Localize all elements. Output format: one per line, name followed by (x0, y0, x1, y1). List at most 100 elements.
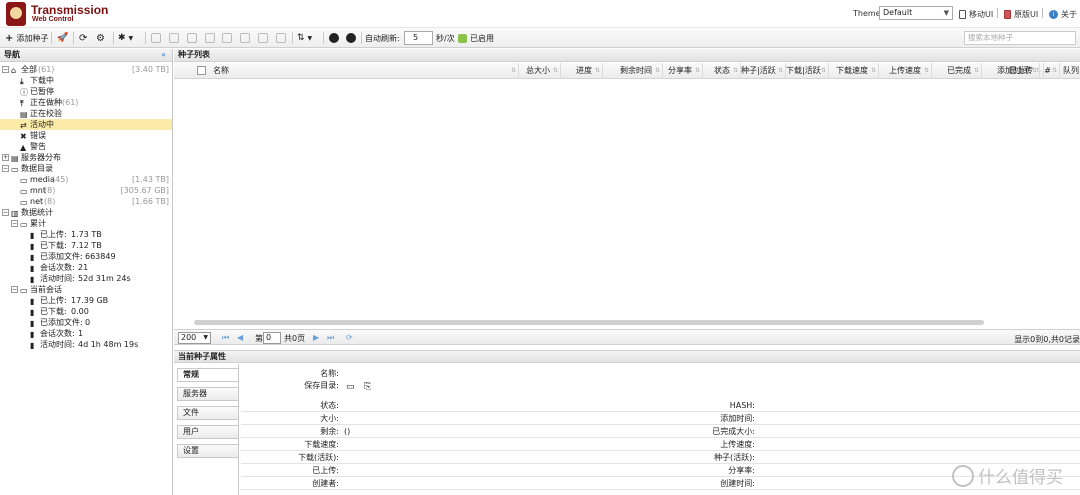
page-size-select[interactable]: 200 ▼ (178, 332, 211, 344)
verify-button[interactable] (222, 31, 232, 45)
start-all-button[interactable]: 🚀 (57, 31, 68, 45)
file-icon: ▮ (30, 341, 35, 350)
nav-item-active[interactable]: ⇄ 活动中 (0, 119, 172, 130)
play-icon (151, 33, 161, 43)
rocket-icon: 🚀 (57, 33, 69, 43)
pause-all-torrents-button[interactable] (346, 31, 356, 45)
start-button[interactable] (151, 31, 161, 45)
last-page-icon[interactable]: ⏭ (327, 333, 334, 343)
chevron-down-icon: ▼ (943, 9, 949, 17)
theme-select[interactable]: Default ▼ (879, 6, 953, 20)
tab-trackers[interactable]: 服务器 (177, 387, 239, 401)
nav-item-servers[interactable]: + ▤ 服务器分布 (0, 152, 172, 163)
stat-cum-files: ▮ 已添加文件: 663849 (30, 252, 116, 262)
pager-bar: 200 ▼ ⏮ ◀ 第 0 共0页 ▶ ⏭ ⟳ 显示0到0,共0记录 (174, 329, 1080, 345)
page-prefix: 第 (255, 334, 263, 343)
main-panel: 种子列表 名称 ⇅ 总大小 ⇅ 进度 ⇅ 剩余时间 ⇅ 分享率 ⇅ 状态 ⇅ 种子|活跃 ⇅ … (174, 49, 1080, 495)
start-all-torrents-button[interactable] (329, 31, 339, 45)
move-button[interactable] (258, 31, 268, 45)
download-icon: ⤓ (20, 77, 24, 86)
original-ui-icon (1004, 10, 1011, 19)
prop-completed-size: 已完成大小: (660, 425, 1080, 438)
stat-ses-downloaded: ▮ 已下载: 0.00 (30, 307, 89, 317)
sort-arrow-icon: ⇅ (1031, 67, 1037, 74)
watermark: 什么值得买 (952, 463, 1063, 488)
stat-cum-active-time: ▮ 活动时间: 52d 31m 24s (30, 274, 131, 284)
nav-item-error[interactable]: ✖ 错误 (0, 130, 172, 141)
nav-item-seeding[interactable]: ⤒ 正在做种 (61) (0, 97, 172, 108)
nav-item-all[interactable]: − ⌂ 全部 (61) [3.40 TB] (0, 64, 172, 75)
chevron-down-icon: ▼ (307, 34, 313, 42)
settings-button[interactable]: ⚙ (96, 31, 105, 45)
remove-icon (187, 33, 197, 43)
prev-page-icon[interactable]: ◀ (237, 333, 243, 342)
file-icon: ▮ (30, 264, 35, 273)
nav-item-stats[interactable]: − ▥ 数据统计 (0, 207, 172, 218)
stat-ses-active-time: ▮ 活动时间: 4d 1h 48m 19s (30, 340, 139, 350)
nav-item-checking[interactable]: ▤ 正在校验 (0, 108, 172, 119)
folder-open-icon[interactable]: ▭ (346, 381, 355, 394)
nav-item-session[interactable]: − ▭ 当前会话 (0, 284, 172, 295)
stat-ses-files: ▮ 已添加文件: 0 (30, 318, 91, 328)
col-index[interactable]: # ⇅ (1040, 63, 1060, 79)
first-page-icon[interactable]: ⏮ (222, 333, 229, 343)
remove-data-button[interactable] (205, 31, 215, 45)
chart-icon (240, 33, 250, 43)
tab-general[interactable]: 常规 (177, 368, 239, 382)
prop-hash: HASH: (660, 399, 1080, 412)
folder-icon (258, 33, 268, 43)
mobile-ui-link[interactable]: 移动UI (959, 9, 993, 20)
page-number-input[interactable]: 0 (263, 332, 281, 344)
nav-item-dir-media[interactable]: ▭ media (45) [1.43 TB] (0, 174, 172, 185)
refresh-button[interactable]: ⟳ (79, 31, 87, 45)
nav-item-cumulative[interactable]: − ▭ 累计 (0, 218, 172, 229)
app-header: Transmission Web Control Theme: Default ▼… (0, 0, 1080, 28)
tab-peers[interactable]: 用户 (177, 425, 239, 439)
sort-menu-button[interactable]: ⇅ ▼ (297, 31, 312, 45)
nav-item-dir-net[interactable]: ▭ net (8) [1.66 TB] (0, 196, 172, 207)
nav-item-dir-mnt[interactable]: ▭ mnt (8) [305.67 GB] (0, 185, 172, 196)
col-queue[interactable]: 队列 (1060, 63, 1080, 79)
remove-button[interactable] (187, 31, 197, 45)
pause-icon: ⓘ (20, 88, 28, 97)
watermark-logo-icon (952, 464, 974, 487)
refresh-interval-spinner[interactable]: 5 (404, 31, 433, 45)
puzzle-icon: ✱ (118, 33, 126, 43)
bar-chart-icon: ▥ (11, 209, 19, 218)
nav-item-warning[interactable]: ▲ 警告 (0, 141, 172, 152)
copy-icon[interactable]: ⎘ (364, 381, 371, 394)
tab-files[interactable]: 文件 (177, 406, 239, 420)
collapse-icon[interactable]: « (161, 49, 166, 61)
reload-icon[interactable]: ⟳ (346, 333, 353, 342)
nav-item-downloading[interactable]: ⤓ 下载中 (0, 75, 172, 86)
file-icon: ▮ (30, 275, 35, 284)
nav-item-paused[interactable]: ⓘ 已暂停 (0, 86, 172, 97)
pause-button[interactable] (169, 31, 179, 45)
transmission-logo-icon (6, 2, 26, 26)
about-link[interactable]: i 关于 (1049, 9, 1077, 20)
auto-refresh-toggle[interactable]: 已启用 (458, 31, 494, 45)
verify-icon (222, 33, 232, 43)
tab-settings[interactable]: 设置 (177, 444, 239, 458)
error-icon: ✖ (20, 132, 27, 141)
horizontal-scrollbar[interactable] (194, 320, 984, 325)
prop-uploaded: 已上传: (241, 464, 661, 477)
server-icon: ▤ (11, 154, 19, 163)
nav-item-data-dir[interactable]: − ▭ 数据目录 (0, 163, 172, 174)
torrent-props-title: 当前种子属性 (174, 350, 1080, 363)
trash-icon (205, 33, 215, 43)
original-ui-link[interactable]: 原版UI (1004, 9, 1038, 20)
stat-cum-sessions: ▮ 会话次数: 21 (30, 263, 89, 273)
refresh-icon: ⟳ (79, 32, 88, 44)
add-torrent-button[interactable]: + 添加种子 (5, 31, 48, 45)
next-page-icon[interactable]: ▶ (313, 333, 319, 342)
check-icon (458, 33, 467, 43)
plugins-menu-button[interactable]: ✱ ▼ (118, 31, 133, 45)
rename-button[interactable] (276, 31, 286, 45)
stat-ses-uploaded: ▮ 已上传: 17.39 GB (30, 296, 109, 306)
reannounce-button[interactable] (240, 31, 250, 45)
folder-icon: ▭ (20, 286, 28, 295)
col-added-time[interactable]: 添加时间 ⇅ (982, 63, 1040, 79)
record-count: 显示0到0,共0记录 (1014, 335, 1080, 344)
search-input[interactable]: 搜索本地种子 (964, 31, 1076, 45)
